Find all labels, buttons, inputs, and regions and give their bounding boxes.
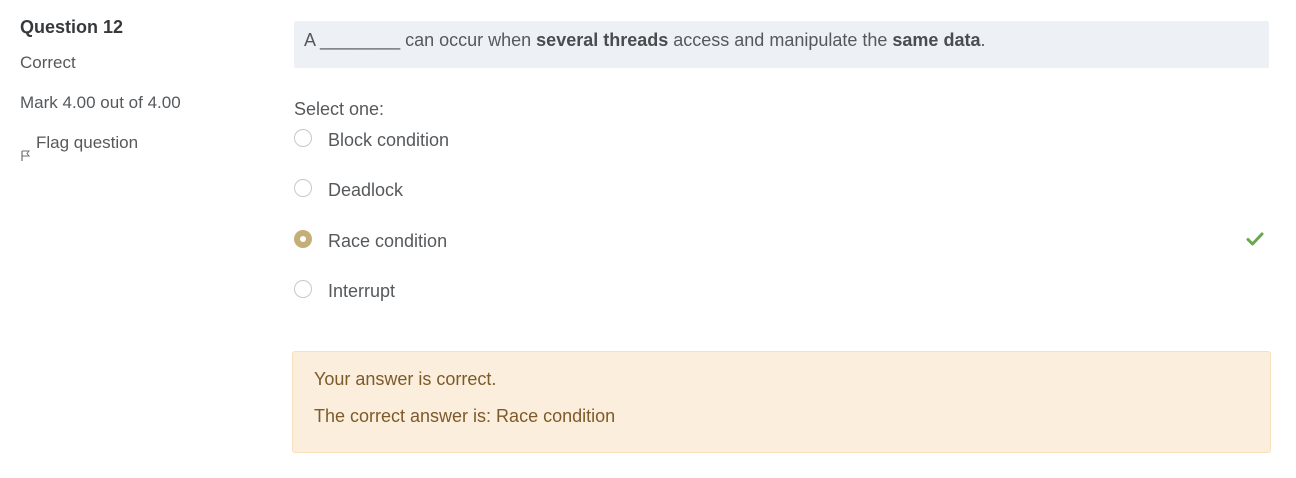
question-text-bold-threads: several threads bbox=[536, 30, 669, 50]
answer-option-deadlock[interactable]: Deadlock bbox=[294, 178, 1269, 202]
radio-deadlock[interactable] bbox=[294, 179, 312, 197]
answer-label-interrupt: Interrupt bbox=[328, 281, 396, 301]
answer-option-interrupt[interactable]: Interrupt bbox=[294, 279, 1269, 303]
radio-interrupt[interactable] bbox=[294, 280, 312, 298]
answer-label-block-condition: Block condition bbox=[328, 130, 450, 150]
feedback-result: Your answer is correct. bbox=[314, 369, 497, 389]
answer-options: Block condition Deadlock Race condition … bbox=[294, 128, 1269, 308]
answer-label-race-condition: Race condition bbox=[328, 231, 448, 251]
question-number: Question 12 bbox=[20, 14, 270, 40]
feedback-right-answer: The correct answer is: Race condition bbox=[314, 406, 616, 426]
question-text-start: A ________ can occur when bbox=[304, 30, 537, 50]
answer-option-block-condition[interactable]: Block condition bbox=[294, 128, 1269, 152]
radio-block-condition[interactable] bbox=[294, 129, 312, 147]
check-icon bbox=[1246, 231, 1264, 247]
question-text-end: . bbox=[980, 30, 986, 50]
question-info: Question 12 Correct Mark 4.00 out of 4.0… bbox=[20, 14, 270, 163]
question-word: Question bbox=[20, 17, 99, 37]
question-text-bold-data: same data bbox=[892, 30, 981, 50]
answer-prompt: Select one: bbox=[294, 99, 385, 119]
radio-race-condition[interactable] bbox=[294, 230, 312, 248]
answer-option-race-condition[interactable]: Race condition bbox=[294, 229, 1269, 253]
flag-icon bbox=[20, 145, 32, 161]
question-state: Correct bbox=[20, 53, 76, 72]
feedback-box: Your answer is correct. The correct answ… bbox=[292, 351, 1271, 453]
question-grade: Mark 4.00 out of 4.00 bbox=[20, 93, 181, 112]
flag-question-label: Flag question bbox=[36, 133, 139, 152]
question-text-mid: access and manipulate the bbox=[668, 30, 893, 50]
question-number-value: 12 bbox=[103, 17, 124, 37]
answer-label-deadlock: Deadlock bbox=[328, 180, 404, 200]
flag-question-link[interactable]: Flag question bbox=[20, 131, 139, 161]
question-text: A ________ can occur when several thread… bbox=[294, 21, 1269, 68]
question-content: A ________ can occur when several thread… bbox=[294, 21, 1269, 301]
